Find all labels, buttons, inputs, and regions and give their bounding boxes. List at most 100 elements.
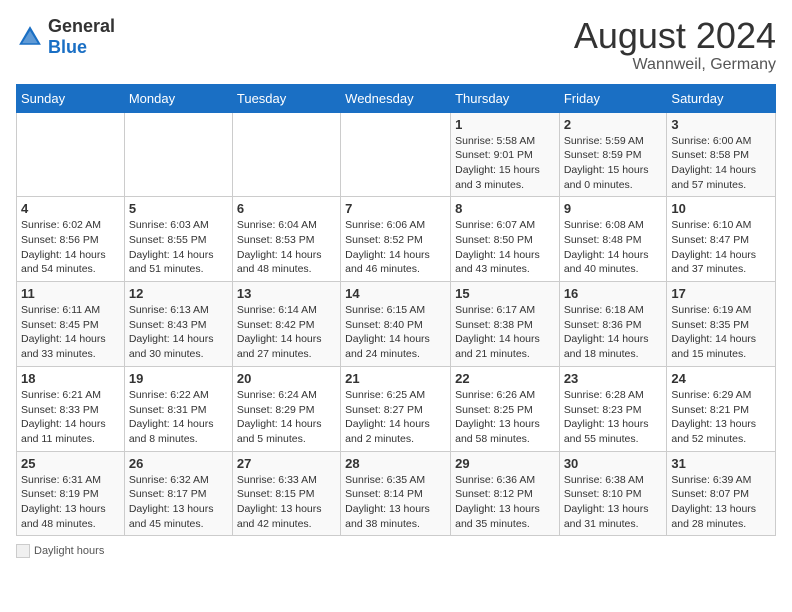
calendar-cell: 16 Sunrise: 6:18 AM Sunset: 8:36 PM Dayli…	[559, 282, 667, 367]
logo-icon	[16, 23, 44, 51]
calendar-cell: 22 Sunrise: 6:26 AM Sunset: 8:25 PM Dayli…	[451, 366, 560, 451]
calendar-cell: 20 Sunrise: 6:24 AM Sunset: 8:29 PM Dayli…	[232, 366, 340, 451]
calendar-week-row: 1 Sunrise: 5:58 AM Sunset: 9:01 PM Daylig…	[17, 112, 776, 197]
calendar-cell: 26Sunrise: 6:32 AM Sunset: 8:17 PM Dayli…	[124, 451, 232, 536]
weekday-header-cell: Friday	[559, 84, 667, 112]
day-number: 29	[455, 456, 555, 471]
calendar-cell	[341, 112, 451, 197]
day-info: Sunrise: 6:10 AM Sunset: 8:47 PM Dayligh…	[671, 218, 771, 277]
day-info: Sunrise: 6:28 AM Sunset: 8:23 PM Dayligh…	[564, 388, 663, 447]
calendar-cell	[124, 112, 232, 197]
calendar-cell: 2 Sunrise: 5:59 AM Sunset: 8:59 PM Daylig…	[559, 112, 667, 197]
legend-label: Daylight hours	[34, 545, 104, 557]
day-number: 10	[671, 201, 771, 216]
day-number: 23	[564, 371, 663, 386]
weekday-header-cell: Saturday	[667, 84, 776, 112]
day-number: 26	[129, 456, 228, 471]
day-number: 16	[564, 286, 663, 301]
day-info: Sunrise: 6:03 AM Sunset: 8:55 PM Dayligh…	[129, 218, 228, 277]
day-info: Sunrise: 6:04 AM Sunset: 8:53 PM Dayligh…	[237, 218, 336, 277]
logo: General Blue	[16, 16, 115, 58]
weekday-header-row: SundayMondayTuesdayWednesdayThursdayFrid…	[17, 84, 776, 112]
title-block: August 2024 Wannweil, Germany	[574, 16, 776, 74]
calendar-body: 1 Sunrise: 5:58 AM Sunset: 9:01 PM Daylig…	[17, 112, 776, 536]
day-number: 27	[237, 456, 336, 471]
day-info: Sunrise: 6:25 AM Sunset: 8:27 PM Dayligh…	[345, 388, 446, 447]
day-number: 20	[237, 371, 336, 386]
day-info: Sunrise: 6:26 AM Sunset: 8:25 PM Dayligh…	[455, 388, 555, 447]
day-number: 30	[564, 456, 663, 471]
location-title: Wannweil, Germany	[574, 56, 776, 74]
calendar-cell: 29 Sunrise: 6:36 AM Sunset: 8:12 PM Dayli…	[451, 451, 560, 536]
day-info: Sunrise: 5:59 AM Sunset: 8:59 PM Dayligh…	[564, 134, 663, 193]
day-number: 25	[21, 456, 120, 471]
day-number: 22	[455, 371, 555, 386]
day-number: 4	[21, 201, 120, 216]
day-info: Sunrise: 6:19 AM Sunset: 8:35 PM Dayligh…	[671, 303, 771, 362]
day-info: Sunrise: 6:38 AM Sunset: 8:10 PM Dayligh…	[564, 473, 663, 532]
day-number: 14	[345, 286, 446, 301]
day-number: 13	[237, 286, 336, 301]
day-number: 18	[21, 371, 120, 386]
day-info: Sunrise: 6:08 AM Sunset: 8:48 PM Dayligh…	[564, 218, 663, 277]
calendar-cell: 28 Sunrise: 6:35 AM Sunset: 8:14 PM Dayli…	[341, 451, 451, 536]
day-info: Sunrise: 6:06 AM Sunset: 8:52 PM Dayligh…	[345, 218, 446, 277]
calendar-cell: 27 Sunrise: 6:33 AM Sunset: 8:15 PM Dayli…	[232, 451, 340, 536]
logo-general: General	[48, 16, 115, 36]
day-number: 19	[129, 371, 228, 386]
day-info: Sunrise: 6:22 AM Sunset: 8:31 PM Dayligh…	[129, 388, 228, 447]
calendar-cell: 23 Sunrise: 6:28 AM Sunset: 8:23 PM Dayli…	[559, 366, 667, 451]
weekday-header-cell: Monday	[124, 84, 232, 112]
calendar-cell: 6Sunrise: 6:04 AM Sunset: 8:53 PM Daylig…	[232, 197, 340, 282]
day-info: Sunrise: 6:29 AM Sunset: 8:21 PM Dayligh…	[671, 388, 771, 447]
calendar-cell: 15Sunrise: 6:17 AM Sunset: 8:38 PM Dayli…	[451, 282, 560, 367]
day-number: 2	[564, 117, 663, 132]
day-number: 11	[21, 286, 120, 301]
day-info: Sunrise: 6:33 AM Sunset: 8:15 PM Dayligh…	[237, 473, 336, 532]
day-number: 28	[345, 456, 446, 471]
footer: Daylight hours	[16, 544, 776, 558]
calendar-cell	[17, 112, 125, 197]
calendar-cell: 18Sunrise: 6:21 AM Sunset: 8:33 PM Dayli…	[17, 366, 125, 451]
day-number: 3	[671, 117, 771, 132]
calendar-week-row: 18Sunrise: 6:21 AM Sunset: 8:33 PM Dayli…	[17, 366, 776, 451]
legend-box	[16, 544, 30, 558]
day-number: 8	[455, 201, 555, 216]
page-header: General Blue August 2024 Wannweil, Germa…	[16, 16, 776, 74]
calendar-cell: 12Sunrise: 6:13 AM Sunset: 8:43 PM Dayli…	[124, 282, 232, 367]
calendar-cell: 19 Sunrise: 6:22 AM Sunset: 8:31 PM Dayli…	[124, 366, 232, 451]
day-info: Sunrise: 6:00 AM Sunset: 8:58 PM Dayligh…	[671, 134, 771, 193]
day-info: Sunrise: 6:36 AM Sunset: 8:12 PM Dayligh…	[455, 473, 555, 532]
day-info: Sunrise: 6:18 AM Sunset: 8:36 PM Dayligh…	[564, 303, 663, 362]
day-number: 31	[671, 456, 771, 471]
calendar-cell: 31 Sunrise: 6:39 AM Sunset: 8:07 PM Dayli…	[667, 451, 776, 536]
day-number: 17	[671, 286, 771, 301]
calendar-cell: 11 Sunrise: 6:11 AM Sunset: 8:45 PM Dayli…	[17, 282, 125, 367]
calendar-cell: 3 Sunrise: 6:00 AM Sunset: 8:58 PM Daylig…	[667, 112, 776, 197]
footer-legend: Daylight hours	[16, 544, 104, 558]
day-info: Sunrise: 6:11 AM Sunset: 8:45 PM Dayligh…	[21, 303, 120, 362]
day-info: Sunrise: 6:17 AM Sunset: 8:38 PM Dayligh…	[455, 303, 555, 362]
day-number: 9	[564, 201, 663, 216]
day-number: 7	[345, 201, 446, 216]
calendar-cell: 30 Sunrise: 6:38 AM Sunset: 8:10 PM Dayli…	[559, 451, 667, 536]
day-info: Sunrise: 6:35 AM Sunset: 8:14 PM Dayligh…	[345, 473, 446, 532]
day-info: Sunrise: 6:24 AM Sunset: 8:29 PM Dayligh…	[237, 388, 336, 447]
calendar-cell: 14Sunrise: 6:15 AM Sunset: 8:40 PM Dayli…	[341, 282, 451, 367]
day-info: Sunrise: 6:07 AM Sunset: 8:50 PM Dayligh…	[455, 218, 555, 277]
calendar-table: SundayMondayTuesdayWednesdayThursdayFrid…	[16, 84, 776, 537]
calendar-cell: 25Sunrise: 6:31 AM Sunset: 8:19 PM Dayli…	[17, 451, 125, 536]
day-info: Sunrise: 6:39 AM Sunset: 8:07 PM Dayligh…	[671, 473, 771, 532]
day-info: Sunrise: 6:14 AM Sunset: 8:42 PM Dayligh…	[237, 303, 336, 362]
day-number: 1	[455, 117, 555, 132]
calendar-cell: 21 Sunrise: 6:25 AM Sunset: 8:27 PM Dayli…	[341, 366, 451, 451]
calendar-cell: 5Sunrise: 6:03 AM Sunset: 8:55 PM Daylig…	[124, 197, 232, 282]
weekday-header-cell: Tuesday	[232, 84, 340, 112]
calendar-week-row: 25Sunrise: 6:31 AM Sunset: 8:19 PM Dayli…	[17, 451, 776, 536]
calendar-cell: 1 Sunrise: 5:58 AM Sunset: 9:01 PM Daylig…	[451, 112, 560, 197]
day-number: 24	[671, 371, 771, 386]
day-info: Sunrise: 5:58 AM Sunset: 9:01 PM Dayligh…	[455, 134, 555, 193]
calendar-cell: 17 Sunrise: 6:19 AM Sunset: 8:35 PM Dayli…	[667, 282, 776, 367]
day-number: 21	[345, 371, 446, 386]
calendar-week-row: 11 Sunrise: 6:11 AM Sunset: 8:45 PM Dayli…	[17, 282, 776, 367]
